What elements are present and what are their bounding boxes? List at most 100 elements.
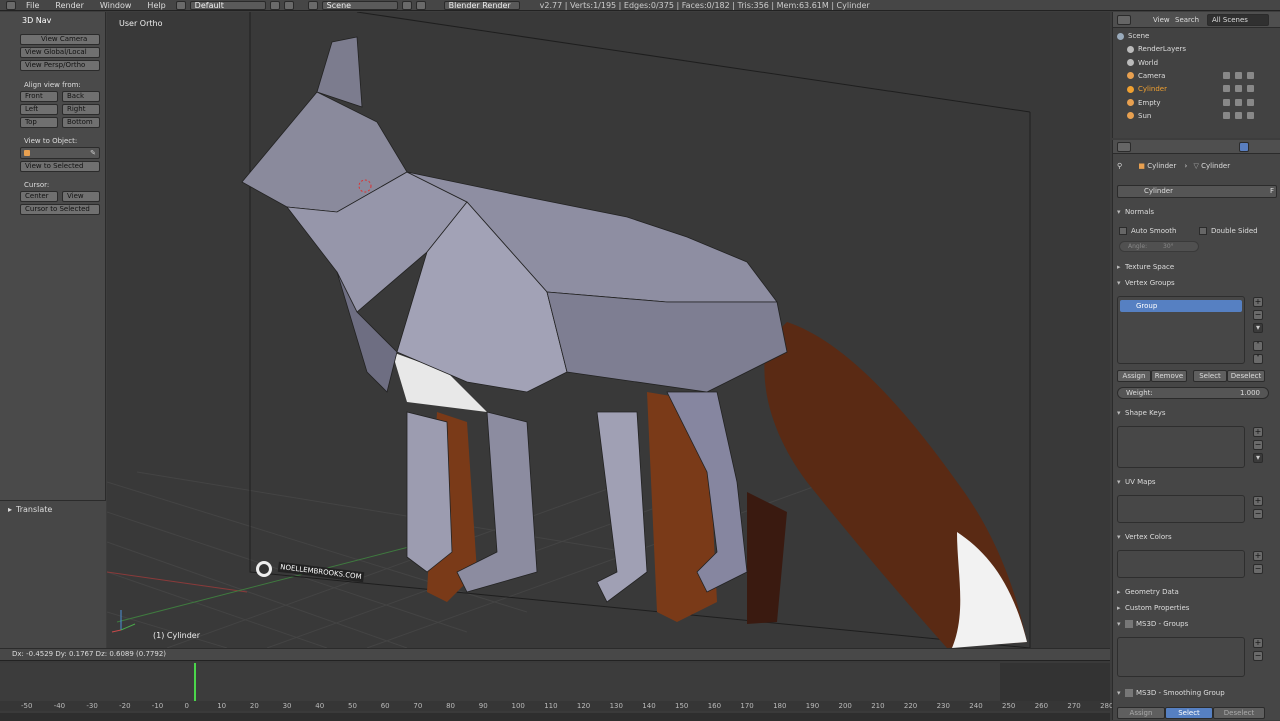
texture-space-panel-header[interactable]: ▸ Texture Space: [1117, 260, 1174, 274]
eye-icon[interactable]: [1223, 111, 1230, 119]
outliner-filter-select[interactable]: All Scenes: [1207, 14, 1269, 26]
current-frame-marker[interactable]: [194, 663, 196, 703]
shape-key-specials-icon[interactable]: ▾: [1253, 453, 1263, 463]
deselect-button[interactable]: Deselect: [1227, 370, 1265, 382]
geometry-data-panel-header[interactable]: ▸ Geometry Data: [1117, 585, 1179, 599]
add-uv-map-icon[interactable]: +: [1253, 496, 1263, 506]
eye-icon[interactable]: [1223, 71, 1230, 79]
scene-icon[interactable]: [307, 0, 318, 10]
shape-keys-panel-header[interactable]: ▾ Shape Keys: [1117, 406, 1165, 420]
eyedropper-icon[interactable]: ✎: [90, 149, 96, 157]
object-picker-field[interactable]: ✎: [20, 147, 100, 159]
scene-field[interactable]: Scene: [321, 0, 398, 10]
ms3d-smoothing-panel-header[interactable]: ▾ MS3D - Smoothing Group: [1117, 686, 1225, 700]
outliner-item[interactable]: Camera: [1127, 70, 1277, 82]
menu-file[interactable]: File: [20, 1, 45, 10]
add-vertex-group-icon[interactable]: +: [1253, 297, 1263, 307]
remove-button[interactable]: Remove: [1151, 370, 1187, 382]
outliner-view-menu[interactable]: View: [1153, 16, 1170, 24]
mesh-datablock-field[interactable]: Cylinder F: [1117, 185, 1277, 198]
remove-shape-key-icon[interactable]: −: [1253, 440, 1263, 450]
back-button[interactable]: Back: [62, 91, 100, 102]
angle-field[interactable]: Angle: 30°: [1119, 241, 1199, 252]
move-up-icon[interactable]: ˄: [1253, 341, 1263, 351]
uv-maps-list[interactable]: [1117, 495, 1245, 523]
vertex-groups-panel-header[interactable]: ▾ Vertex Groups: [1117, 276, 1175, 290]
select-button[interactable]: Select: [1193, 370, 1227, 382]
render-icon[interactable]: [1247, 85, 1254, 93]
view-to-selected-button[interactable]: View to Selected: [20, 161, 100, 172]
weight-field[interactable]: Weight: 1.000: [1117, 387, 1269, 399]
cursor-view-button[interactable]: View: [62, 191, 100, 202]
remove-vertex-group-icon[interactable]: −: [1253, 310, 1263, 320]
cursor-icon[interactable]: [1235, 85, 1242, 93]
menu-window[interactable]: Window: [94, 1, 138, 10]
vertex-colors-panel-header[interactable]: ▾ Vertex Colors: [1117, 530, 1172, 544]
assign-button[interactable]: Assign: [1117, 370, 1151, 382]
ms3d-select-button[interactable]: Select: [1165, 707, 1213, 719]
outliner-item[interactable]: Empty: [1127, 97, 1277, 109]
add-vertex-color-icon[interactable]: +: [1253, 551, 1263, 561]
bottom-button[interactable]: Bottom: [62, 117, 100, 128]
add-screen-icon[interactable]: [269, 0, 280, 10]
remove-ms3d-group-icon[interactable]: −: [1253, 651, 1263, 661]
front-button[interactable]: Front: [20, 91, 58, 102]
render-engine-select[interactable]: Blender Render: [443, 0, 520, 10]
properties-editor-icon[interactable]: [1117, 142, 1131, 152]
cursor-center-button[interactable]: Center: [20, 191, 58, 202]
timeline-track[interactable]: [0, 663, 1110, 701]
eye-icon[interactable]: [1223, 85, 1230, 93]
view-persp-ortho-button[interactable]: View Persp/Ortho: [20, 60, 100, 71]
vertex-group-item[interactable]: Group: [1120, 300, 1242, 312]
ms3d-groups-panel-header[interactable]: ▾ MS3D - Groups: [1117, 617, 1188, 631]
timeline[interactable]: -50 -40 -30 -20 -10 0 10 20 30 40 50 60 70 80 90 100 110…: [0, 660, 1113, 721]
custom-properties-panel-header[interactable]: ▸ Custom Properties: [1117, 601, 1189, 615]
view-global-local-button[interactable]: View Global/Local: [20, 47, 100, 58]
vertex-colors-list[interactable]: [1117, 550, 1245, 578]
cursor-icon[interactable]: [1235, 71, 1242, 79]
uv-maps-panel-header[interactable]: ▾ UV Maps: [1117, 475, 1156, 489]
double-sided-checkbox[interactable]: Double Sided: [1199, 224, 1258, 238]
3d-viewport[interactable]: User Ortho NOELLEMBROOKS.COM (1) Cylinde…: [107, 12, 1110, 648]
right-button[interactable]: Right: [62, 104, 100, 115]
ms3d-assign-button[interactable]: Assign: [1117, 707, 1165, 719]
view-camera-button[interactable]: View Camera: [20, 34, 100, 45]
outliner-item[interactable]: Cylinder: [1127, 83, 1277, 95]
remove-screen-icon[interactable]: [283, 0, 294, 10]
outliner-editor-icon[interactable]: [1117, 15, 1131, 25]
fake-user-button[interactable]: F: [1270, 187, 1274, 195]
screen-layout-icon[interactable]: [175, 0, 186, 10]
outliner-search-menu[interactable]: Search: [1175, 16, 1199, 24]
add-scene-icon[interactable]: [401, 0, 412, 10]
render-icon[interactable]: [1247, 71, 1254, 79]
move-down-icon[interactable]: ˅: [1253, 354, 1263, 364]
left-button[interactable]: Left: [20, 104, 58, 115]
remove-uv-map-icon[interactable]: −: [1253, 509, 1263, 519]
menu-help[interactable]: Help: [141, 1, 171, 10]
ms3d-groups-list[interactable]: [1117, 637, 1245, 677]
outliner-item[interactable]: Sun: [1127, 110, 1277, 122]
outliner-item[interactable]: Scene: [1117, 30, 1267, 42]
cursor-to-selected-button[interactable]: Cursor to Selected: [20, 204, 100, 215]
operator-expand-icon[interactable]: ▸: [8, 505, 12, 514]
mesh-data-tab-icon[interactable]: [1239, 142, 1249, 152]
vertex-groups-list[interactable]: Group: [1117, 296, 1245, 364]
remove-scene-icon[interactable]: [415, 0, 426, 10]
add-ms3d-group-icon[interactable]: +: [1253, 638, 1263, 648]
menu-render[interactable]: Render: [49, 1, 89, 10]
screen-layout-field[interactable]: Default: [189, 0, 266, 10]
ms3d-deselect-button[interactable]: Deselect: [1213, 707, 1265, 719]
render-icon[interactable]: [1247, 111, 1254, 119]
add-shape-key-icon[interactable]: +: [1253, 427, 1263, 437]
remove-vertex-color-icon[interactable]: −: [1253, 564, 1263, 574]
cursor-icon[interactable]: [1235, 98, 1242, 106]
cursor-icon[interactable]: [1235, 111, 1242, 119]
outliner-item[interactable]: RenderLayers: [1127, 43, 1277, 55]
pin-icon[interactable]: ⚲: [1117, 162, 1122, 170]
eye-icon[interactable]: [1223, 98, 1230, 106]
vertex-group-specials-icon[interactable]: ▾: [1253, 323, 1263, 333]
top-button[interactable]: Top: [20, 117, 58, 128]
auto-smooth-checkbox[interactable]: Auto Smooth: [1119, 224, 1177, 238]
normals-panel-header[interactable]: ▾ Normals: [1117, 205, 1154, 219]
shape-keys-list[interactable]: [1117, 426, 1245, 468]
